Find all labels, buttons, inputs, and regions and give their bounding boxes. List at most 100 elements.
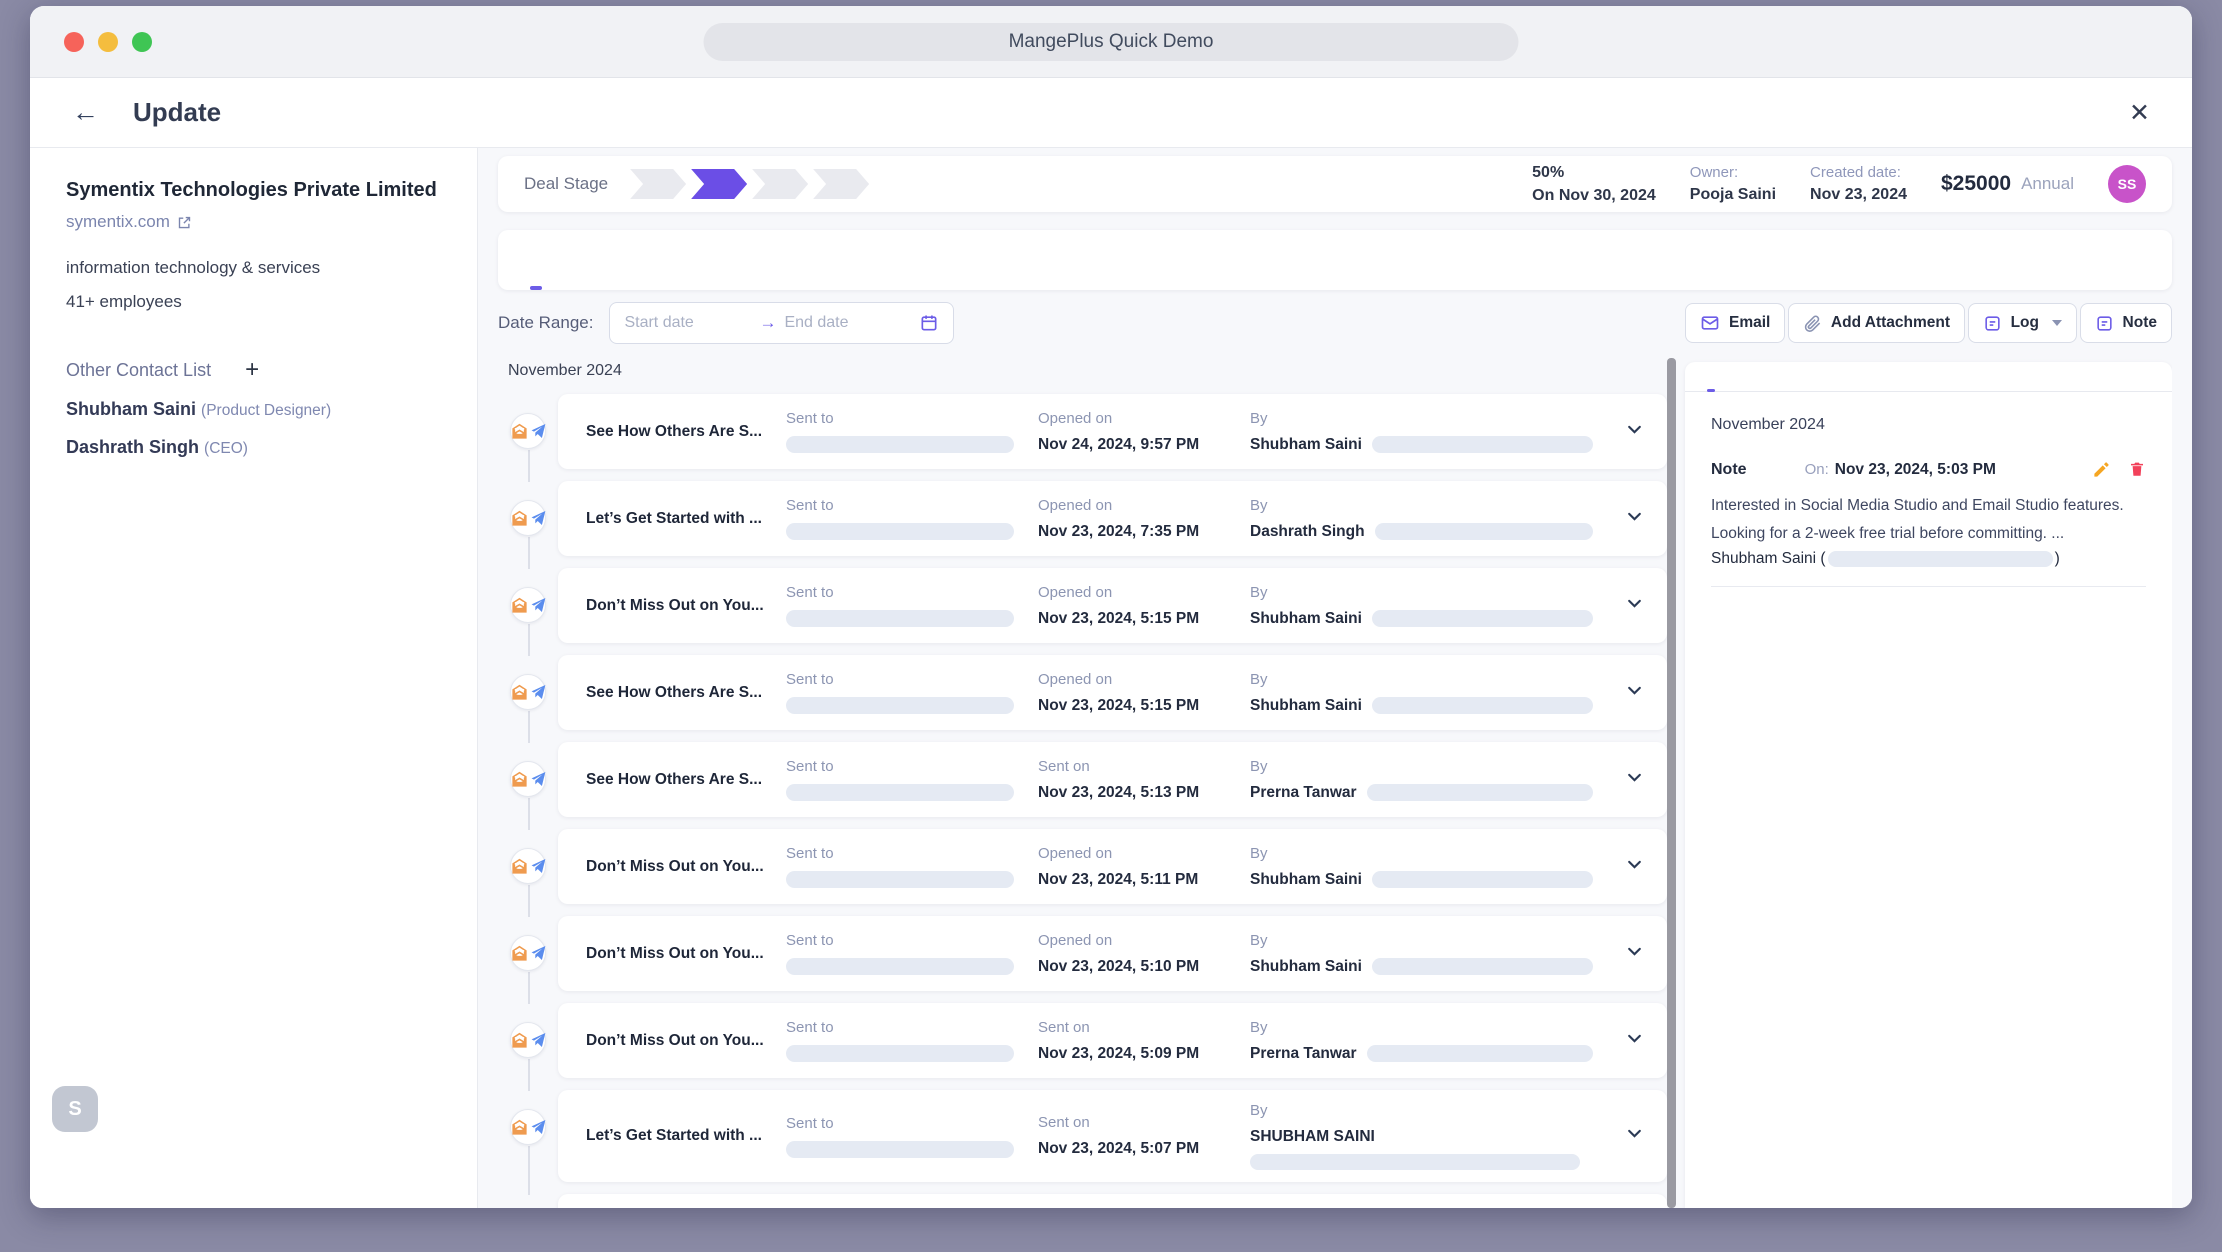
contact-list-item[interactable]: Shubham Saini (Product Designer) xyxy=(66,399,451,420)
calendar-icon[interactable] xyxy=(919,313,939,333)
email-opened-icon xyxy=(510,1031,529,1050)
activity-card[interactable]: See How Others Are S... Sent to Opened o… xyxy=(558,394,1667,469)
delete-trash-icon[interactable] xyxy=(2128,460,2146,479)
close-button[interactable]: ✕ xyxy=(2129,98,2150,128)
edit-pencil-icon[interactable] xyxy=(2092,460,2111,479)
deal-metrics: 50% On Nov 30, 2024 Owner: Pooja Saini C… xyxy=(1532,164,2146,205)
when-column: Sent on Nov 23, 2024, 5:07 PM xyxy=(1038,1114,1250,1158)
activity-card[interactable]: Don’t Miss Out on You... Sent to Opened … xyxy=(558,568,1667,643)
deal-stage-chip[interactable] xyxy=(691,169,747,199)
add-contact-button[interactable]: + xyxy=(245,358,259,382)
expand-chevron-icon[interactable] xyxy=(1626,508,1643,530)
date-range-input[interactable]: Start date → End date xyxy=(609,302,954,344)
content: Symentix Technologies Private Limited sy… xyxy=(30,148,2192,1208)
sent-to-column: Sent to xyxy=(786,932,1038,975)
timeline-rail xyxy=(498,742,558,829)
expand-chevron-icon[interactable] xyxy=(1626,769,1643,791)
deal-stage-chip[interactable] xyxy=(813,169,869,199)
email-sent-icon xyxy=(529,683,547,701)
timeline-rail xyxy=(498,481,558,568)
by-name: Prerna Tanwar xyxy=(1250,1045,1357,1063)
action-buttons: Email Add Attachment Log xyxy=(1685,303,2172,343)
note-button-label: Note xyxy=(2123,314,2157,332)
activity-card[interactable]: Don’t Miss Out on You... Sent to Opened … xyxy=(558,916,1667,991)
expand-chevron-icon[interactable] xyxy=(1626,1125,1643,1147)
contact-list-item[interactable]: Dashrath Singh (CEO) xyxy=(66,437,451,458)
log-button[interactable]: Log xyxy=(1968,303,2077,343)
titlebar: MangePlus Quick Demo xyxy=(30,6,2192,78)
redacted-recipient-pill xyxy=(786,610,1014,627)
email-sent-icon xyxy=(529,1118,547,1136)
when-value: Nov 23, 2024, 5:15 PM xyxy=(1038,610,1250,628)
activity-row-partial xyxy=(498,1194,1667,1208)
activity-card[interactable]: Let’s Get Started with ... Sent to Opene… xyxy=(558,481,1667,556)
note-title: Note xyxy=(1711,461,1747,479)
activity-type-badge xyxy=(510,848,546,884)
redacted-recipient-pill xyxy=(786,697,1014,714)
activity-title: Let’s Get Started with ... xyxy=(586,510,786,528)
page-header: ← Update ✕ xyxy=(30,78,2192,148)
avatar[interactable]: SS xyxy=(2108,165,2146,203)
probability-metric: 50% On Nov 30, 2024 xyxy=(1532,164,1656,205)
activity-row: See How Others Are S... Sent to Sent on … xyxy=(498,742,1667,829)
activity-card[interactable]: Don’t Miss Out on You... Sent to Sent on… xyxy=(558,1003,1667,1078)
activity-row: Don’t Miss Out on You... Sent to Opened … xyxy=(498,829,1667,916)
company-website-link[interactable]: symentix.com xyxy=(66,212,451,232)
by-column: By Shubham Saini xyxy=(1250,671,1639,715)
activity-type-badge xyxy=(510,413,546,449)
expand-chevron-icon[interactable] xyxy=(1626,595,1643,617)
email-button[interactable]: Email xyxy=(1685,303,1785,343)
expand-chevron-icon[interactable] xyxy=(1626,856,1643,878)
deal-stage-chip[interactable] xyxy=(630,169,686,199)
back-button[interactable]: ← xyxy=(72,97,99,128)
sent-to-column: Sent to xyxy=(786,1115,1038,1158)
expand-chevron-icon[interactable] xyxy=(1626,1030,1643,1052)
by-label: By xyxy=(1250,1019,1593,1036)
when-column: Opened on Nov 23, 2024, 5:15 PM xyxy=(1038,671,1250,715)
by-name: Prerna Tanwar xyxy=(1250,784,1357,802)
probability-date: On Nov 30, 2024 xyxy=(1532,187,1656,205)
activity-row: Don’t Miss Out on You... Sent to Sent on… xyxy=(498,1003,1667,1090)
when-column: Sent on Nov 23, 2024, 5:09 PM xyxy=(1038,1019,1250,1063)
activity-card[interactable]: Don’t Miss Out on You... Sent to Opened … xyxy=(558,829,1667,904)
activity-row: Let’s Get Started with ... Sent to Sent … xyxy=(498,1090,1667,1194)
when-column: Opened on Nov 24, 2024, 9:57 PM xyxy=(1038,410,1250,454)
when-column: Opened on Nov 23, 2024, 5:11 PM xyxy=(1038,845,1250,889)
email-sent-icon xyxy=(529,857,547,875)
activity-card-partial[interactable] xyxy=(558,1194,1667,1208)
expand-chevron-icon[interactable] xyxy=(1626,421,1643,443)
deal-stage-chip[interactable] xyxy=(752,169,808,199)
redacted-recipient-pill xyxy=(786,1045,1014,1062)
expand-chevron-icon[interactable] xyxy=(1626,682,1643,704)
contact-role: (Product Designer) xyxy=(201,402,331,419)
log-icon xyxy=(1983,314,2002,333)
minimize-traffic-light[interactable] xyxy=(98,32,118,52)
activity-type-badge xyxy=(510,1022,546,1058)
by-column: By Prerna Tanwar xyxy=(1250,758,1639,802)
timeline-rail xyxy=(498,394,558,481)
email-opened-icon xyxy=(510,770,529,789)
end-date-field[interactable]: End date xyxy=(784,314,911,332)
close-traffic-light[interactable] xyxy=(64,32,84,52)
note-divider xyxy=(1711,586,2146,587)
activity-card[interactable]: See How Others Are S... Sent to Sent on … xyxy=(558,742,1667,817)
app-window: MangePlus Quick Demo ← Update ✕ Symentix… xyxy=(30,6,2192,1208)
contacts-title: Other Contact List xyxy=(66,360,211,381)
floating-s-badge[interactable]: S xyxy=(52,1086,98,1132)
timeline-scrollbar[interactable] xyxy=(1667,358,1676,1208)
activity-title: See How Others Are S... xyxy=(586,771,786,789)
email-sent-icon xyxy=(529,1031,547,1049)
activity-card[interactable]: Let’s Get Started with ... Sent to Sent … xyxy=(558,1090,1667,1182)
add-attachment-button[interactable]: Add Attachment xyxy=(1788,303,1965,343)
toolbar: Date Range: Start date → End date xyxy=(498,302,2172,344)
when-value: Nov 23, 2024, 7:35 PM xyxy=(1038,523,1250,541)
website-url[interactable]: symentix.com xyxy=(66,212,170,232)
timeline-rail xyxy=(498,1090,558,1194)
expand-chevron-icon[interactable] xyxy=(1626,943,1643,965)
note-button[interactable]: Note xyxy=(2080,303,2172,343)
maximize-traffic-light[interactable] xyxy=(132,32,152,52)
activity-type-badge xyxy=(510,500,546,536)
add-attachment-label: Add Attachment xyxy=(1831,314,1950,332)
start-date-field[interactable]: Start date xyxy=(624,314,751,332)
activity-card[interactable]: See How Others Are S... Sent to Opened o… xyxy=(558,655,1667,730)
